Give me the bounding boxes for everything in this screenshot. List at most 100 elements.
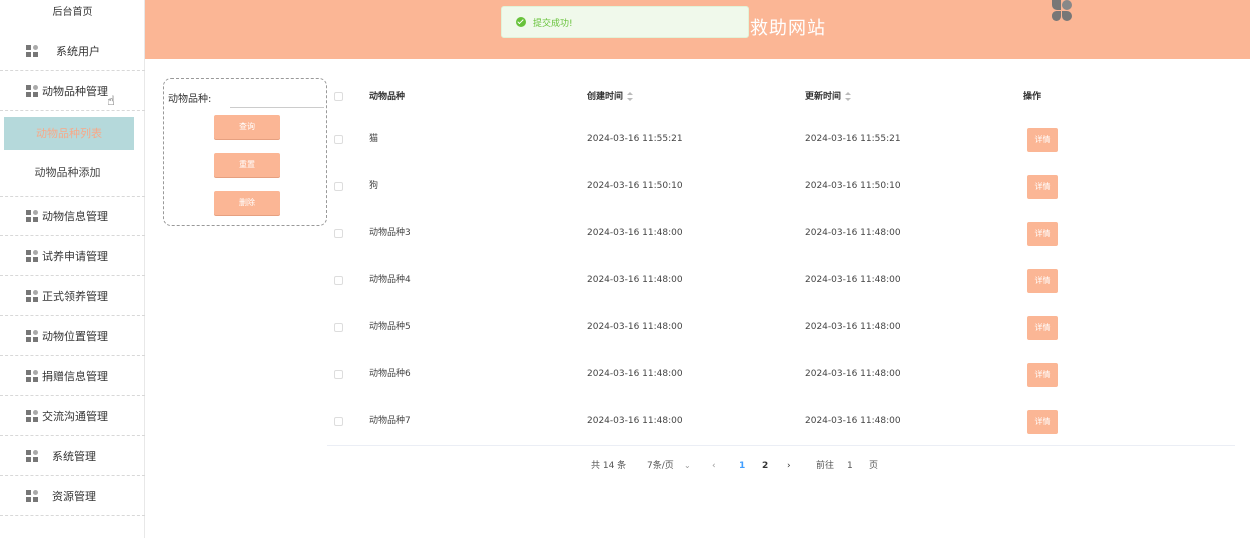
column-header-created-label: 创建时间: [587, 92, 624, 102]
cell-name: 动物品种3: [369, 228, 411, 238]
detail-button[interactable]: 详情: [1027, 222, 1058, 246]
user-avatar-icon[interactable]: [1050, 0, 1074, 22]
sidebar-item-system-users[interactable]: 系统用户: [0, 31, 145, 71]
cell-name: 狗: [369, 181, 379, 191]
home-link[interactable]: 后台首页: [0, 0, 145, 30]
detail-button[interactable]: 详情: [1027, 410, 1058, 434]
sidebar-item-label: 捐赠信息管理: [42, 369, 108, 383]
sidebar-subitem-breed-add[interactable]: 动物品种添加: [0, 158, 135, 188]
sidebar-item-system-management[interactable]: 系统管理: [0, 436, 145, 476]
column-header-updated-label: 更新时间: [805, 92, 842, 102]
menu-icon: [26, 249, 38, 262]
sidebar-item-donation[interactable]: 捐赠信息管理: [0, 356, 145, 396]
sidebar-item-breed-management[interactable]: 动物品种管理: [0, 71, 145, 111]
cell-name: 动物品种7: [369, 416, 411, 426]
query-button[interactable]: 查询: [214, 115, 280, 139]
breed-search-input[interactable]: [230, 87, 324, 108]
table-row: 动物品种7 2024-03-16 11:48:00 2024-03-16 11:…: [327, 398, 1235, 445]
sidebar: 后台首页 系统用户 动物品种管理 动物品种列表 动物品种添加 动物信息管理 试养…: [0, 0, 145, 538]
goto-suffix: 页: [869, 461, 879, 471]
detail-button[interactable]: 详情: [1027, 128, 1058, 152]
prev-page-icon[interactable]: ‹: [712, 458, 716, 474]
check-circle-icon: [516, 17, 526, 27]
page-number-1[interactable]: 1: [739, 458, 745, 474]
delete-button[interactable]: 删除: [214, 191, 280, 215]
sidebar-item-trial-adoption[interactable]: 试养申请管理: [0, 236, 145, 276]
sidebar-item-label: 动物信息管理: [42, 210, 108, 223]
detail-button[interactable]: 详情: [1027, 269, 1058, 293]
menu-icon: [26, 210, 38, 222]
select-all-checkbox[interactable]: [334, 92, 343, 101]
menu-icon: [26, 84, 38, 97]
row-checkbox[interactable]: [334, 135, 343, 144]
cell-name: 动物品种5: [369, 322, 411, 332]
page-number-2[interactable]: 2: [762, 458, 768, 474]
table-divider: [327, 445, 1235, 446]
pointer-cursor-icon: ☝: [107, 94, 115, 109]
table-row: 猫 2024-03-16 11:55:21 2024-03-16 11:55:2…: [327, 116, 1235, 163]
cell-created: 2024-03-16 11:55:21: [587, 134, 683, 144]
sidebar-item-communication[interactable]: 交流沟通管理: [0, 396, 145, 436]
cell-created: 2024-03-16 11:48:00: [587, 228, 683, 238]
row-checkbox[interactable]: [334, 323, 343, 332]
reset-button[interactable]: 重置: [214, 153, 280, 177]
detail-button[interactable]: 详情: [1027, 316, 1058, 340]
cell-updated: 2024-03-16 11:48:00: [805, 369, 901, 379]
chevron-down-icon[interactable]: ⌄: [684, 458, 691, 474]
next-page-icon[interactable]: ›: [787, 458, 791, 474]
sidebar-item-resources[interactable]: 资源管理: [0, 476, 145, 516]
cell-updated: 2024-03-16 11:48:00: [805, 275, 901, 285]
table-row: 动物品种3 2024-03-16 11:48:00 2024-03-16 11:…: [327, 210, 1235, 257]
detail-button[interactable]: 详情: [1027, 175, 1058, 199]
cell-created: 2024-03-16 11:48:00: [587, 275, 683, 285]
sidebar-item-animal-info[interactable]: 动物信息管理: [0, 196, 145, 236]
sidebar-item-animal-location[interactable]: 动物位置管理: [0, 316, 145, 356]
pagination-total: 共 14 条: [591, 461, 627, 471]
row-checkbox[interactable]: [334, 276, 343, 285]
sort-icon[interactable]: [627, 92, 634, 101]
table-row: 动物品种6 2024-03-16 11:48:00 2024-03-16 11:…: [327, 351, 1235, 398]
row-checkbox[interactable]: [334, 182, 343, 191]
cell-updated: 2024-03-16 11:55:21: [805, 134, 901, 144]
menu-icon: [26, 44, 38, 57]
sidebar-item-label: 正式领养管理: [42, 289, 108, 303]
goto-page-input[interactable]: 1: [847, 458, 853, 474]
sidebar-item-label: 动物位置管理: [42, 329, 108, 343]
menu-icon: [26, 369, 38, 382]
cell-created: 2024-03-16 11:50:10: [587, 181, 683, 191]
sidebar-item-label: 系统管理: [52, 449, 96, 463]
breed-table: 动物品种 创建时间 更新时间 操作 猫 2024-03-16 11:55:21 …: [327, 78, 1235, 446]
sidebar-item-formal-adoption[interactable]: 正式领养管理: [0, 276, 145, 316]
menu-icon: [26, 449, 38, 462]
search-label: 动物品种:: [168, 94, 212, 105]
page-size-select[interactable]: 7条/页: [647, 458, 674, 474]
menu-icon: [26, 329, 38, 342]
cell-updated: 2024-03-16 11:48:00: [805, 416, 901, 426]
toast-message: 提交成功!: [533, 18, 573, 29]
sidebar-item-label: 交流沟通管理: [42, 409, 108, 423]
sidebar-item-label: 资源管理: [52, 489, 96, 503]
search-panel: 动物品种: 查询 重置 删除: [163, 78, 327, 226]
cell-updated: 2024-03-16 11:50:10: [805, 181, 901, 191]
table-row: 动物品种4 2024-03-16 11:48:00 2024-03-16 11:…: [327, 257, 1235, 304]
detail-button[interactable]: 详情: [1027, 363, 1058, 387]
sort-icon[interactable]: [845, 92, 852, 101]
row-checkbox[interactable]: [334, 370, 343, 379]
menu-icon: [26, 289, 38, 302]
row-checkbox[interactable]: [334, 229, 343, 238]
cell-created: 2024-03-16 11:48:00: [587, 416, 683, 426]
table-row: 狗 2024-03-16 11:50:10 2024-03-16 11:50:1…: [327, 163, 1235, 210]
cell-name: 猫: [369, 134, 379, 144]
sidebar-item-label: 系统用户: [56, 44, 100, 58]
sidebar-subitem-breed-list[interactable]: 动物品种列表: [4, 117, 134, 150]
cell-created: 2024-03-16 11:48:00: [587, 322, 683, 332]
column-header-updated[interactable]: 更新时间: [805, 78, 852, 116]
cell-name: 动物品种4: [369, 275, 411, 285]
sidebar-item-label: 动物品种管理: [42, 84, 108, 98]
row-checkbox[interactable]: [334, 417, 343, 426]
column-header-created[interactable]: 创建时间: [587, 78, 634, 116]
cell-updated: 2024-03-16 11:48:00: [805, 228, 901, 238]
cell-updated: 2024-03-16 11:48:00: [805, 322, 901, 332]
cell-name: 动物品种6: [369, 369, 411, 379]
column-header-actions: 操作: [1023, 92, 1042, 102]
